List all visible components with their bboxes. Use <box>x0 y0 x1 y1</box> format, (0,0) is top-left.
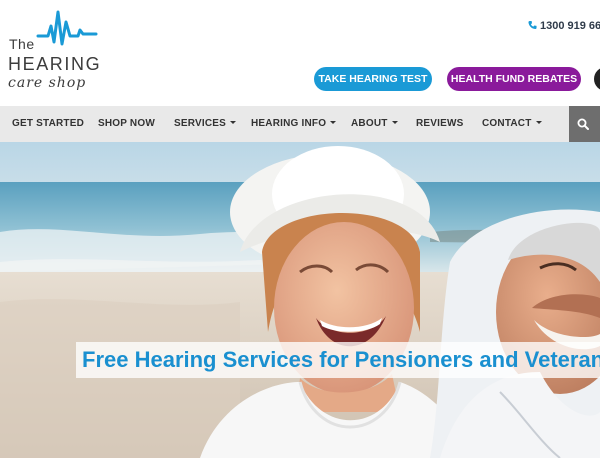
brand-logo[interactable]: The HEARING care shop <box>6 8 102 100</box>
nav-item-label: HEARING INFO <box>251 118 327 129</box>
phone-number-text: 1300 919 66 <box>540 20 600 32</box>
nav-item-label: ABOUT <box>351 118 388 129</box>
caret-down-icon <box>391 121 398 124</box>
search-icon <box>577 118 589 130</box>
nav-item-label: SERVICES <box>174 118 226 129</box>
nav-item-services[interactable]: SERVICES <box>174 106 236 142</box>
nav-item-label: GET STARTED <box>12 118 85 129</box>
search-button[interactable] <box>569 106 600 142</box>
health-fund-rebates-button[interactable]: HEALTH FUND REBATES <box>447 67 581 91</box>
hero-headline: Free Hearing Services for Pensioners and… <box>82 347 600 372</box>
hero-photo <box>0 142 600 458</box>
nav-item-reviews[interactable]: REVIEWS <box>416 106 464 142</box>
nav-item-label: SHOP NOW <box>98 118 155 129</box>
logo-the: The <box>9 36 35 52</box>
phone-number[interactable]: 1300 919 66 <box>528 20 600 32</box>
nav-item-contact[interactable]: CONTACT <box>482 106 542 142</box>
nav-item-shop-now[interactable]: SHOP NOW <box>98 106 155 142</box>
nav-item-hearing-info[interactable]: HEARING INFO <box>251 106 337 142</box>
phone-icon <box>528 20 537 30</box>
nav-item-about[interactable]: ABOUT <box>351 106 398 142</box>
take-hearing-test-button[interactable]: TAKE HEARING TEST <box>314 67 432 91</box>
main-nav: GET STARTED SHOP NOW SERVICES HEARING IN… <box>0 106 600 142</box>
caret-down-icon <box>535 121 542 124</box>
logo-hearing: HEARING <box>8 54 102 74</box>
nav-item-label: CONTACT <box>482 118 532 129</box>
logo-care-shop: care shop <box>8 75 87 91</box>
nav-item-label: REVIEWS <box>416 118 464 129</box>
caret-down-icon <box>330 121 337 124</box>
hero-banner: Free Hearing Services for Pensioners and… <box>0 142 600 458</box>
caret-down-icon <box>230 121 236 124</box>
account-button[interactable] <box>594 67 600 91</box>
nav-item-get-started[interactable]: GET STARTED <box>12 106 84 142</box>
site-header: The HEARING care shop 1300 919 66 TAKE H… <box>0 0 600 106</box>
